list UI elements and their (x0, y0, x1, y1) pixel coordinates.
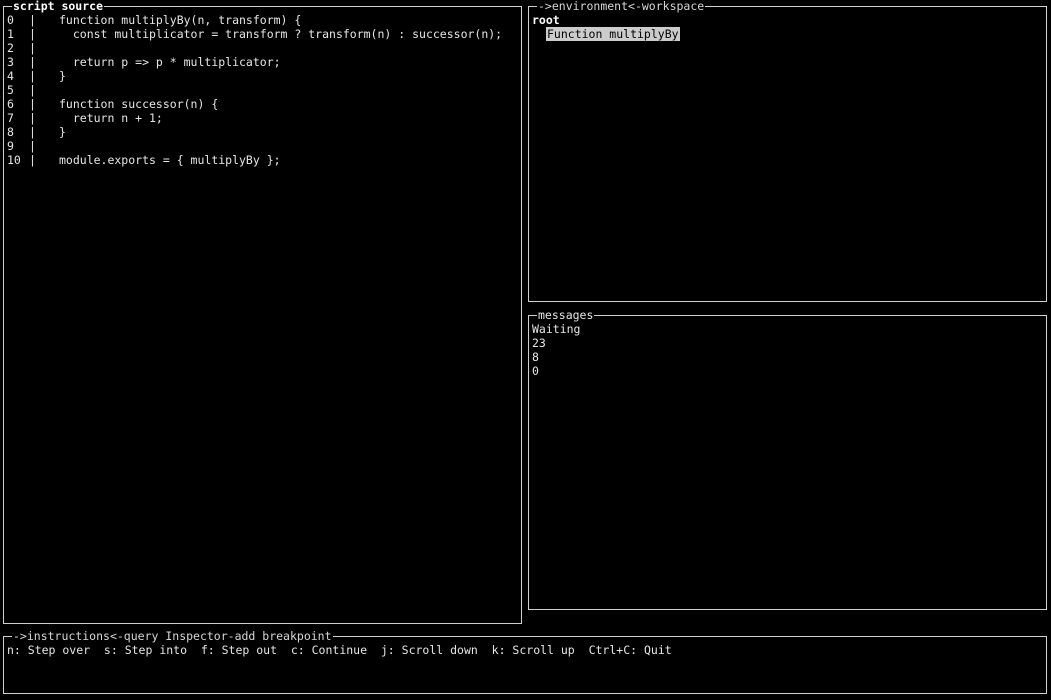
line-separator: | (29, 139, 36, 153)
code-line[interactable]: 1 | const multiplicator = transform ? tra… (7, 27, 517, 41)
line-separator: | (29, 153, 36, 167)
line-separator: | (29, 125, 36, 139)
line-number: 2 (7, 41, 14, 55)
messages-title: messages (537, 308, 595, 322)
env-root-node[interactable]: root (532, 13, 1042, 27)
line-number: 4 (7, 69, 14, 83)
line-number: 3 (7, 55, 14, 69)
environment-title: ->environment<-workspace (537, 0, 706, 13)
code-line[interactable]: 0 | function multiplyBy(n, transform) { (7, 13, 517, 27)
code-line[interactable]: 4 |} (7, 69, 517, 83)
code-listing[interactable]: 0 | function multiplyBy(n, transform) {1 | … (7, 13, 517, 167)
script-source-panel[interactable]: script source 0 | function multiplyBy(n, t… (3, 0, 522, 624)
script-source-title: script source (12, 0, 105, 13)
message-line: 0 (532, 364, 539, 378)
code-line[interactable]: 9 | (7, 139, 517, 153)
line-number: 0 (7, 13, 14, 27)
line-code: } (59, 69, 66, 83)
line-separator: | (29, 55, 36, 69)
code-line[interactable]: 8 |} (7, 125, 517, 139)
line-code: return n + 1; (59, 111, 163, 125)
messages-log[interactable]: Waiting 23 8 0 (532, 322, 1042, 378)
env-item-function-multiplyby[interactable]: Function multiplyBy (546, 27, 1042, 41)
message-line: Waiting (532, 322, 581, 336)
line-code: return p => p * multiplicator; (59, 55, 281, 69)
keybinding-help: n: Step over s: Step into f: Step out c:… (7, 643, 672, 657)
line-code: function successor(n) { (59, 97, 219, 111)
line-number: 9 (7, 139, 14, 153)
code-line[interactable]: 6 | function successor(n) { (7, 97, 517, 111)
environment-tree[interactable]: root Function multiplyBy (532, 13, 1042, 41)
message-line: 23 (532, 336, 546, 350)
line-number: 10 (7, 153, 21, 167)
code-line[interactable]: 3 | return p => p * multiplicator; (7, 55, 517, 69)
line-separator: | (29, 69, 36, 83)
code-line[interactable]: 10 | module.exports = { multiplyBy }; (7, 153, 517, 167)
line-code: module.exports = { multiplyBy }; (59, 153, 281, 167)
env-item-label: Function multiplyBy (546, 27, 680, 41)
messages-panel[interactable]: messages Waiting 23 8 0 (528, 308, 1047, 610)
code-line[interactable]: 7 | return n + 1; (7, 111, 517, 125)
line-separator: | (29, 111, 36, 125)
line-separator: | (29, 83, 36, 97)
line-separator: | (29, 41, 36, 55)
line-code: function multiplyBy(n, transform) { (59, 13, 302, 27)
environment-panel[interactable]: ->environment<-workspace root Function m… (528, 0, 1047, 302)
line-number: 5 (7, 83, 14, 97)
line-code: const multiplicator = transform ? transf… (59, 27, 503, 41)
code-line[interactable]: 5 | (7, 83, 517, 97)
line-number: 6 (7, 97, 14, 111)
instructions-panel: ->instructions<-query Inspector-add brea… (3, 629, 1047, 694)
code-line[interactable]: 2 | (7, 41, 517, 55)
line-code: } (59, 125, 66, 139)
line-separator: | (29, 27, 36, 41)
message-line: 8 (532, 350, 539, 364)
line-number: 1 (7, 27, 14, 41)
line-number: 8 (7, 125, 14, 139)
line-separator: | (29, 13, 36, 27)
line-separator: | (29, 97, 36, 111)
line-number: 7 (7, 111, 14, 125)
instructions-title: ->instructions<-query Inspector-add brea… (12, 629, 333, 643)
